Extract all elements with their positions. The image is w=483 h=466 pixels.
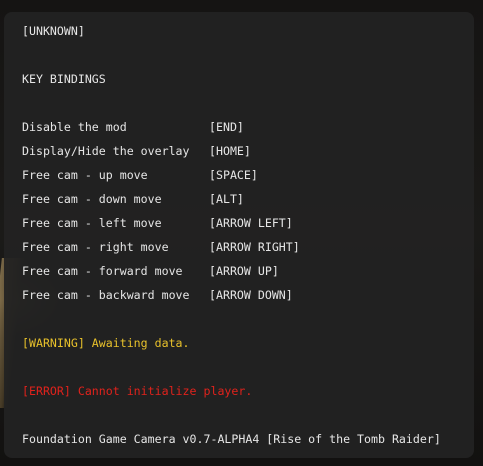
camera-overlay-panel: [UNKNOWN] KEY BINDINGS Disable the mod [… xyxy=(4,12,474,458)
profile-label: [UNKNOWN] xyxy=(22,24,85,38)
binding-key: [END] xyxy=(209,120,244,134)
binding-key: [ARROW RIGHT] xyxy=(209,240,300,254)
binding-key: [ARROW DOWN] xyxy=(209,288,293,302)
binding-action: Free cam - forward move xyxy=(22,264,183,278)
binding-action: Display/Hide the overlay xyxy=(22,144,190,158)
binding-action: Free cam - left move xyxy=(22,216,162,230)
binding-action: Disable the mod xyxy=(22,120,127,134)
binding-key: [HOME] xyxy=(209,144,251,158)
binding-action: Free cam - down move xyxy=(22,192,162,206)
key-bindings-title: KEY BINDINGS xyxy=(22,72,106,86)
error-message: [ERROR] Cannot initialize player. xyxy=(22,384,253,398)
binding-key: [ARROW LEFT] xyxy=(209,216,293,230)
warning-message: [WARNING] Awaiting data. xyxy=(22,336,190,350)
binding-key: [SPACE] xyxy=(209,168,258,182)
binding-action: Free cam - right move xyxy=(22,240,169,254)
footer-title: Foundation Game Camera v0.7-ALPHA4 [Rise… xyxy=(22,432,441,446)
binding-action: Free cam - backward move xyxy=(22,288,190,302)
binding-key: [ALT] xyxy=(209,192,244,206)
binding-action: Free cam - up move xyxy=(22,168,148,182)
binding-key: [ARROW UP] xyxy=(209,264,279,278)
